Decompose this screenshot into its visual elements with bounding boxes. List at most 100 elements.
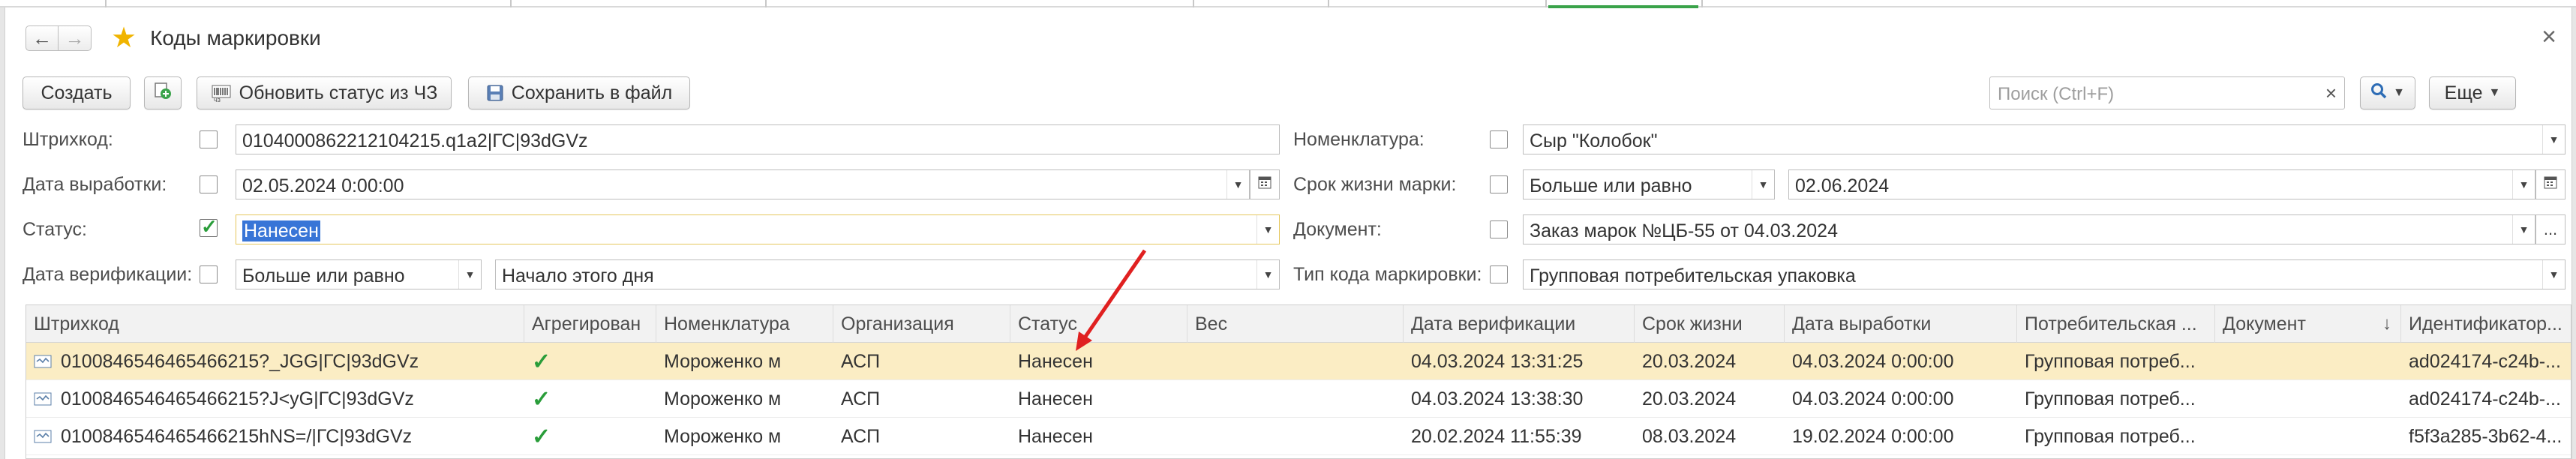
column-header-weight[interactable]: Вес [1187,305,1404,343]
back-button[interactable]: ← [26,26,59,51]
forward-button[interactable]: → [59,26,92,51]
column-header-document[interactable]: Документ ↓ [2215,305,2401,343]
chevron-down-icon: ▼ [2393,86,2405,99]
sort-descending-icon: ↓ [2382,314,2391,334]
arrow-left-icon: ← [32,26,52,50]
chevron-down-icon[interactable]: ▼ [1752,170,1774,199]
save-to-file-label: Сохранить в файл [511,82,673,104]
code-type-filter-checkbox[interactable] [1490,266,1508,284]
production-date-calendar-button[interactable] [1250,170,1280,200]
right-panel-edge [2571,8,2576,459]
column-header-nomenclature[interactable]: Номенклатура [656,305,833,343]
clear-search-icon[interactable]: × [2325,82,2337,105]
cell-shelf-life: 20.03.2024 [1642,388,1737,410]
status-filter-checkbox[interactable] [200,215,218,238]
page-title: Коды маркировки [150,26,321,50]
verification-date-value-field[interactable]: Начало этого дня ▼ [495,260,1280,290]
chevron-down-icon[interactable]: ▼ [1256,215,1279,244]
add-copy-icon [153,81,173,106]
chevron-down-icon[interactable]: ▼ [2542,260,2565,289]
document-filter-checkbox[interactable] [1490,220,1508,238]
cell-verification-date: 04.03.2024 13:38:30 [1411,388,1584,410]
column-header-production-date[interactable]: Дата выработки [1785,305,2017,343]
table-row[interactable]: 0100846546465466215hNS=/|ГС|93dGVz ✓ Мор… [26,418,2571,455]
production-date-checkbox[interactable] [200,176,218,194]
barcode-row-icon [34,430,52,443]
shelf-life-calendar-button[interactable] [2535,170,2565,200]
cell-weight [1187,380,1404,418]
close-icon[interactable]: × [2541,22,2556,52]
search-button[interactable]: ▼ [2360,76,2415,110]
tab-divider [1328,0,1329,8]
update-status-button[interactable]: ЧЗ Обновить статус из ЧЗ [197,76,452,110]
column-header-identifier[interactable]: Идентификатор... [2401,305,2571,343]
barcode-filter-checkbox[interactable] [200,130,218,148]
status-filter-field[interactable]: Нанесен ▼ [236,214,1280,244]
code-type-filter-value: Групповая потребительская упаковка [1530,266,1856,286]
column-header-verification-date[interactable]: Дата верификации [1404,305,1635,343]
cell-production-date: 04.03.2024 0:00:00 [1792,350,1954,372]
barcode-filter-field[interactable]: 0104000862212104215.q1a2|ГС|93dGVz [236,124,1280,154]
cell-document [2215,343,2401,380]
cell-production-date: 04.03.2024 0:00:00 [1792,388,1954,410]
table-row[interactable]: 0100846546465466215?J<yG|ГС|93dGVz ✓ Мор… [26,380,2571,418]
cell-shelf-life: 08.03.2024 [1642,425,1737,447]
column-header-consumer-package[interactable]: Потребительская ... [2017,305,2215,343]
verification-date-checkbox[interactable] [200,266,218,284]
shelf-life-value-field[interactable]: 02.06.2024 ▼ [1788,170,2535,200]
chevron-down-icon[interactable]: ▼ [1256,260,1279,289]
cell-production-date: 19.02.2024 0:00:00 [1792,425,1954,447]
chevron-down-icon[interactable]: ▼ [2542,125,2565,154]
chevron-down-icon[interactable]: ▼ [458,260,481,289]
cell-barcode-text: 0100846546465466215hNS=/|ГС|93dGVz [61,425,413,447]
code-type-filter-label: Тип кода маркировки: [1293,264,1482,285]
shelf-life-value: 02.06.2024 [1795,176,1890,196]
shelf-life-filter-checkbox[interactable] [1490,176,1508,194]
column-header-barcode[interactable]: Штрихкод [26,305,524,343]
cell-consumer-package: Групповая потреб... [2025,425,2196,447]
chevron-down-icon[interactable]: ▼ [2512,170,2535,199]
cell-status: Нанесен [1018,425,1093,447]
chevron-down-icon[interactable]: ▼ [1226,170,1249,199]
cell-organization: АСП [841,388,881,410]
tab-divider [105,0,107,8]
shelf-life-operator-field[interactable]: Больше или равно ▼ [1523,170,1775,200]
more-button[interactable]: Еще ▼ [2429,76,2516,110]
chevron-down-icon[interactable]: ▼ [2512,215,2535,244]
cell-weight [1187,418,1404,455]
cell-aggregated: ✓ [532,386,551,412]
search-input[interactable]: Поиск (Ctrl+F) × [1989,76,2345,110]
production-date-field[interactable]: 02.05.2024 0:00:00 ▼ [236,170,1250,200]
cell-consumer-package: Групповая потреб... [2025,388,2196,410]
cell-barcode-text: 0100846546465466215?J<yG|ГС|93dGVz [61,388,414,410]
add-copy-button[interactable] [144,76,182,110]
tab-divider [510,0,512,8]
arrow-right-icon: → [65,26,85,50]
cell-barcode: 0100846546465466215?J<yG|ГС|93dGVz [26,380,524,418]
active-tab-indicator[interactable] [1548,5,1698,8]
left-panel-edge [0,8,5,459]
status-filter-value: Нанесен [242,220,320,242]
more-button-label: Еще [2444,82,2483,104]
cell-barcode: 0100846546465466215?_JGG|ГС|93dGVz [26,343,524,380]
verification-date-operator-field[interactable]: Больше или равно ▼ [236,260,482,290]
star-icon[interactable]: ★ [111,24,137,52]
status-filter-value-wrap: Нанесен [242,220,320,242]
column-header-organization[interactable]: Организация [833,305,1010,343]
create-button[interactable]: Создать [23,76,131,110]
document-select-button[interactable]: ... [2535,214,2565,244]
column-header-aggregated[interactable]: Агрегирован [524,305,656,343]
code-type-filter-field[interactable]: Групповая потребительская упаковка ▼ [1523,260,2565,290]
cell-aggregated: ✓ [532,349,551,374]
table-row[interactable]: 0100846546465466215?_JGG|ГС|93dGVz ✓ Мор… [26,343,2571,380]
nomenclature-filter-field[interactable]: Сыр "Колобок" ▼ [1523,124,2565,154]
save-to-file-button[interactable]: Сохранить в файл [468,76,690,110]
document-filter-field[interactable]: Заказ марок №ЦБ-55 от 04.03.2024 ▼ [1523,214,2535,244]
cell-aggregated: ✓ [532,424,551,449]
cell-identifier: ad024174-c24b-... [2409,350,2561,372]
cell-identifier: f5f3a285-3b62-4... [2409,425,2562,447]
column-header-shelf-life[interactable]: Срок жизни [1635,305,1785,343]
nomenclature-filter-checkbox[interactable] [1490,130,1508,148]
search-icon [2370,82,2387,104]
tab-divider [1701,0,1703,8]
